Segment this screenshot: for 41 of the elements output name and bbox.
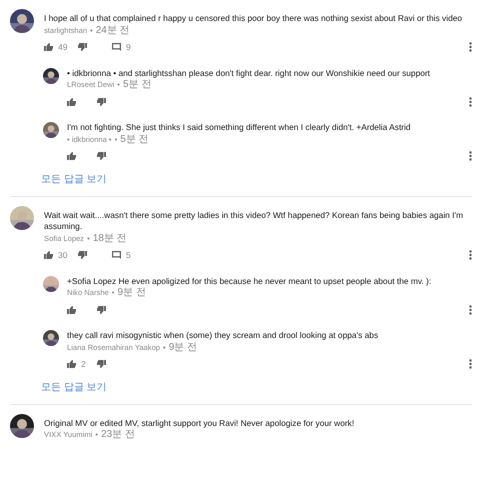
thumbs-down-icon[interactable] xyxy=(97,98,106,106)
reply-count: 9 xyxy=(126,42,131,52)
more-icon[interactable] xyxy=(469,304,472,314)
thumbs-up-icon[interactable] xyxy=(67,360,76,368)
thumbs-up-icon[interactable] xyxy=(44,251,53,259)
comment-text: I'm not fighting. She just thinks I said something different when I clearly didn't. +Ardelia Astrid xyxy=(67,122,412,134)
thumbs-down-icon[interactable] xyxy=(97,360,106,368)
thumbs-up-icon[interactable] xyxy=(44,43,53,51)
thumbs-down-icon[interactable] xyxy=(78,43,87,51)
like-count: 2 xyxy=(81,359,86,369)
view-all-replies-link[interactable]: 모든 답글 보기 xyxy=(41,382,107,394)
comment-text: Wait wait wait....wasn't there some pretty ladies in this video? Wtf happened? Korean fans being babies again I'm assuming. xyxy=(44,210,464,232)
comment-time: 24분 전 xyxy=(96,24,130,36)
comment-time: 9분 전 xyxy=(117,287,146,299)
comment-icon[interactable] xyxy=(112,43,121,51)
thumbs-up-icon[interactable] xyxy=(67,98,76,106)
reply-count: 5 xyxy=(126,250,131,260)
comment-text: +Sofia Lopez He even apoligized for this because he never meant to upset people about the mv. ): xyxy=(67,276,432,287)
like-count: 30 xyxy=(58,250,68,260)
comment-icon[interactable] xyxy=(112,251,121,259)
more-icon[interactable] xyxy=(469,250,472,260)
comment-time: 18분 전 xyxy=(92,232,127,244)
comment-text: I hope all of u that complained r happy u censored this poor boy there was nothing sexist about Ravi or this video xyxy=(44,13,464,24)
comment-time: 9분 전 xyxy=(168,342,198,354)
like-count: 49 xyxy=(58,42,68,52)
comment-text: Original MV or edited MV, starlight support you Ravi! Never apologize for your work! xyxy=(44,418,356,429)
comment-time: 5분 전 xyxy=(122,79,152,91)
more-icon[interactable] xyxy=(469,359,472,369)
view-all-replies-link[interactable]: 모든 답글 보기 xyxy=(41,174,107,186)
more-icon[interactable] xyxy=(469,151,472,161)
thumbs-down-icon[interactable] xyxy=(78,251,87,259)
comment-time: 5분 전 xyxy=(120,134,149,146)
comment-text: • idkbrionna • and starlightsshan please don't fight dear. right now our Wonshikie need our support xyxy=(67,68,432,79)
more-icon[interactable] xyxy=(469,42,472,52)
thumbs-up-icon[interactable] xyxy=(67,306,76,314)
thumbs-up-icon[interactable] xyxy=(67,152,76,160)
more-icon[interactable] xyxy=(469,96,472,106)
thumbs-down-icon[interactable] xyxy=(97,152,106,160)
thumbs-down-icon[interactable] xyxy=(97,306,106,314)
comment-time: 23분 전 xyxy=(101,429,135,441)
comment-text: they call ravi misogynistic when (some) they scream and drool looking at oppa's abs xyxy=(67,330,380,342)
